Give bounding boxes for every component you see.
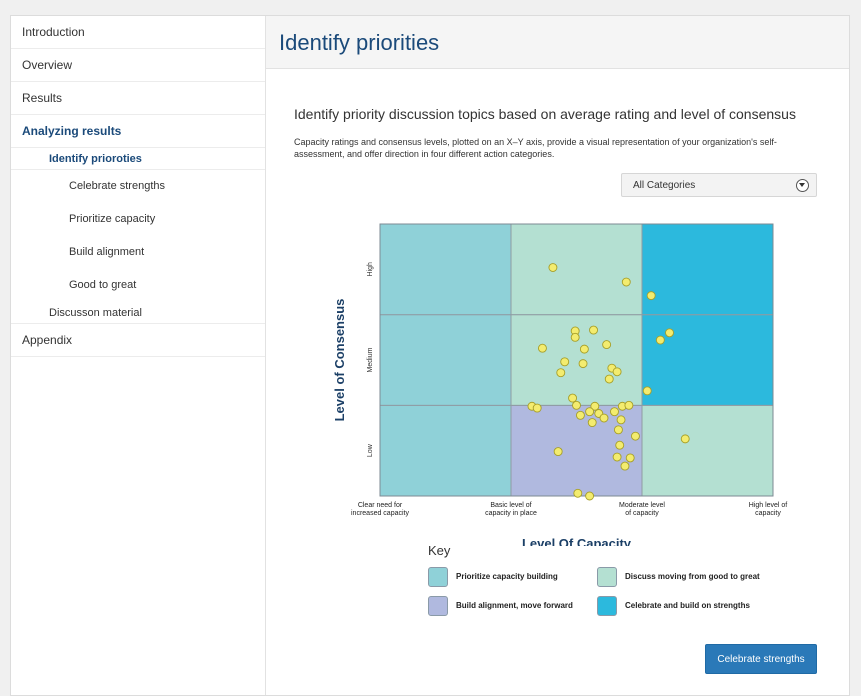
data-point: [579, 344, 589, 354]
x-tick-label: Basic level of capacity in place: [485, 502, 537, 517]
key-title: Key: [428, 543, 451, 558]
data-point: [553, 447, 563, 457]
data-point: [570, 332, 580, 342]
y-axis-label: Level of Consensus: [332, 299, 347, 422]
nav-good-to-great[interactable]: Good to great: [11, 269, 265, 302]
data-point: [560, 357, 570, 367]
key-label: Celebrate and build on strengths: [625, 601, 750, 610]
data-point: [625, 453, 635, 463]
data-point: [556, 368, 566, 378]
data-point: [532, 403, 542, 413]
nav-discussion-material[interactable]: Discusson material: [11, 302, 265, 324]
data-point: [585, 407, 595, 417]
nav-results[interactable]: Results: [11, 82, 265, 115]
quadrant-cell: [641, 314, 774, 406]
data-point: [587, 418, 597, 428]
x-tick-label: Clear need for increased capacity: [351, 502, 409, 517]
key-label: Discuss moving from good to great: [625, 572, 760, 581]
data-point: [621, 277, 631, 287]
x-tick-label: Moderate level of capacity: [619, 502, 665, 517]
priority-chart: Low Medium High Clear need for increased cap…: [332, 223, 788, 546]
data-point: [620, 461, 630, 471]
data-point: [680, 434, 690, 444]
quadrant-cell: [510, 223, 643, 316]
data-point: [575, 410, 585, 420]
y-tick-label: Medium: [367, 347, 374, 372]
nav-celebrate-strengths[interactable]: Celebrate strengths: [11, 170, 265, 203]
y-tick-label: High: [367, 262, 374, 277]
nav-build-alignment[interactable]: Build alignment: [11, 236, 265, 269]
quadrant-cell: [379, 223, 512, 316]
y-tick-label: Low: [367, 443, 374, 457]
data-point: [616, 415, 626, 425]
data-point: [642, 386, 652, 396]
key-swatch: [428, 596, 448, 616]
data-point: [537, 343, 547, 353]
x-axis-label: Level Of Capacity: [522, 536, 632, 546]
data-point: [631, 431, 640, 441]
celebrate-strengths-button[interactable]: Celebrate strengths: [705, 644, 817, 674]
x-tick-label: High level of capacity: [749, 502, 788, 517]
nav-overview[interactable]: Overview: [11, 49, 265, 82]
quadrant-cell: [641, 223, 774, 316]
data-point: [665, 328, 674, 338]
data-point: [585, 491, 595, 501]
quadrant-cell: [379, 314, 512, 406]
key-label: Prioritize capacity building: [456, 572, 558, 581]
nav-prioritize-capacity[interactable]: Prioritize capacity: [11, 203, 265, 236]
data-point: [610, 407, 619, 417]
data-point: [599, 413, 609, 423]
nav-introduction[interactable]: Introduction: [11, 16, 265, 49]
data-point: [548, 263, 558, 272]
data-point: [572, 400, 581, 410]
data-point: [589, 325, 598, 335]
quadrant-cell: [379, 404, 512, 497]
nav-analyzing-results[interactable]: Analyzing results: [11, 115, 265, 148]
data-point: [568, 393, 578, 403]
nav-appendix[interactable]: Appendix: [11, 324, 265, 357]
data-point: [615, 440, 625, 450]
key-label: Build alignment, move forward: [456, 601, 573, 610]
data-point: [646, 291, 656, 301]
key-swatch: [597, 567, 617, 587]
key-swatch: [597, 596, 617, 616]
key-swatch: [428, 567, 448, 587]
quadrant-cell: [641, 404, 774, 497]
data-point: [578, 359, 588, 369]
data-point: [602, 340, 612, 350]
data-point: [613, 425, 623, 435]
data-point: [604, 374, 614, 384]
data-point: [655, 335, 665, 345]
data-point: [612, 452, 622, 462]
data-point: [624, 400, 634, 410]
main-content: Identify priorities Identify priority di…: [266, 16, 849, 695]
app-frame: Introduction Overview Results Analyzing …: [10, 15, 850, 696]
data-point: [573, 488, 583, 498]
nav-identify-priorities[interactable]: Identify prioroties: [11, 148, 265, 170]
sidebar: Introduction Overview Results Analyzing …: [11, 16, 266, 695]
data-point: [612, 367, 622, 377]
